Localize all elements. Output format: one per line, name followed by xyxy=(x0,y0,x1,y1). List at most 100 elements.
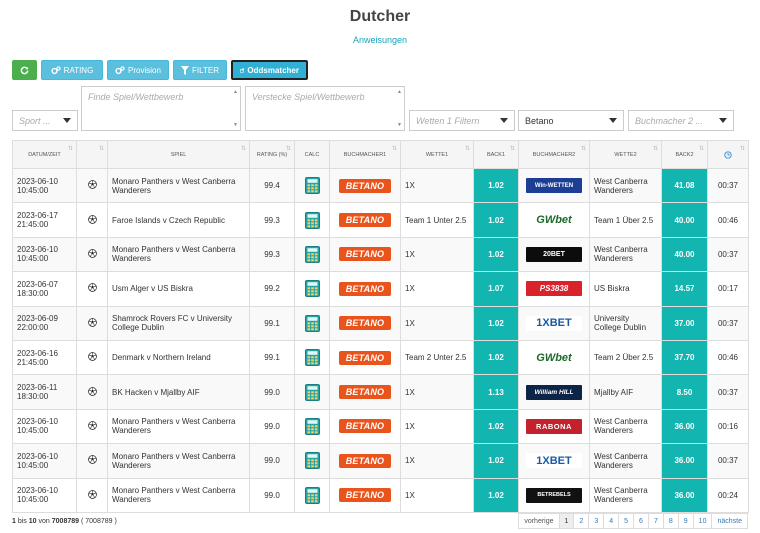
bookmaker1-cell[interactable]: BETANO xyxy=(329,236,401,273)
back1-cell[interactable]: 1.02 xyxy=(473,477,519,513)
bookmaker1-cell[interactable]: BETANO xyxy=(329,202,401,238)
game-cell[interactable]: Usm Alger v US Biskra xyxy=(107,271,250,307)
table-row[interactable]: 2023-06-10 10:45:00 Monaro Panthers v Wes… xyxy=(12,408,749,445)
bookmaker1-cell[interactable]: BETANO xyxy=(329,408,401,445)
bookmaker1-logo[interactable]: BETANO xyxy=(339,247,391,262)
back2-cell[interactable]: 40.00 xyxy=(661,236,708,273)
page-button-9[interactable]: 9 xyxy=(677,513,694,529)
back1-cell[interactable]: 1.07 xyxy=(473,271,519,307)
back2-cell[interactable]: 14.57 xyxy=(661,271,708,307)
page-button-2[interactable]: 2 xyxy=(573,513,590,529)
bookmaker2-cell[interactable]: William HILL xyxy=(518,374,590,410)
bookmaker1-cell[interactable]: BETANO xyxy=(329,167,401,204)
game-cell[interactable]: BK Hacken v Mjallby AIF xyxy=(107,374,250,410)
calculator-icon[interactable] xyxy=(304,349,320,367)
calculator-icon[interactable] xyxy=(304,211,320,229)
table-row[interactable]: 2023-06-10 10:45:00 Monaro Panthers v Wes… xyxy=(12,443,749,479)
back1-cell[interactable]: 1.02 xyxy=(473,408,519,445)
table-row[interactable]: 2023-06-10 10:45:00 Monaro Panthers v Wes… xyxy=(12,236,749,273)
back1-cell[interactable]: 1.02 xyxy=(473,167,519,204)
bookmaker2-logo[interactable]: RABONA xyxy=(526,418,582,434)
bookmaker1-logo[interactable]: BETANO xyxy=(339,281,391,296)
page-button-4[interactable]: 4 xyxy=(603,513,620,529)
bookmaker2-logo[interactable]: BETREBELS xyxy=(526,487,582,503)
game-cell[interactable]: Monaro Panthers v West Canberra Wanderer… xyxy=(107,443,250,479)
page-button-7[interactable]: 7 xyxy=(647,513,664,529)
table-row[interactable]: 2023-06-16 21:45:00 Denmark v Northern Ir… xyxy=(12,339,749,376)
back1-cell[interactable]: 1.02 xyxy=(473,305,519,341)
bookmaker1-cell[interactable]: BETANO xyxy=(329,443,401,479)
bookmaker1-logo[interactable]: BETANO xyxy=(339,350,391,365)
rating-button[interactable]: RATING xyxy=(41,60,103,80)
page-button-8[interactable]: 8 xyxy=(662,513,679,529)
bookmaker1-select[interactable]: Betano xyxy=(518,110,624,131)
bookmaker1-logo[interactable]: BETANO xyxy=(339,419,391,434)
scroll-up-icon[interactable]: ▲ xyxy=(233,89,238,95)
bookmaker1-logo[interactable]: BETANO xyxy=(339,453,391,468)
oddsmatcher-button[interactable]: Oddsmatcher xyxy=(231,60,308,80)
bookmaker2-cell[interactable]: PS3838 xyxy=(518,271,590,307)
back1-cell[interactable]: 1.02 xyxy=(473,339,519,376)
page-button-10[interactable]: 10 xyxy=(692,513,713,529)
col-bet2[interactable]: WETTE2 ⇅ xyxy=(589,140,662,169)
bookmaker1-logo[interactable]: BETANO xyxy=(339,316,391,331)
bookmaker2-logo[interactable]: PS3838 xyxy=(526,281,582,297)
game-cell[interactable]: Monaro Panthers v West Canberra Wanderer… xyxy=(107,167,250,204)
back2-cell[interactable]: 36.00 xyxy=(661,408,708,445)
calc-cell[interactable] xyxy=(294,374,330,410)
game-cell[interactable]: Monaro Panthers v West Canberra Wanderer… xyxy=(107,477,250,513)
col-back1[interactable]: BACK1 ⇅ xyxy=(473,140,519,169)
bookmaker2-logo[interactable]: Win-WETTEN xyxy=(526,178,582,194)
col-bet1[interactable]: WETTE1 ⇅ xyxy=(400,140,474,169)
calculator-icon[interactable] xyxy=(304,245,320,263)
back1-cell[interactable]: 1.02 xyxy=(473,202,519,238)
back2-cell[interactable]: 40.00 xyxy=(661,202,708,238)
game-cell[interactable]: Denmark v Northern Ireland xyxy=(107,339,250,376)
bookmaker2-logo[interactable]: GWbet xyxy=(526,350,582,366)
bookmaker2-logo[interactable]: 20BET xyxy=(526,246,582,262)
table-row[interactable]: 2023-06-07 18:30:00 Usm Alger v US Biskra… xyxy=(12,271,749,307)
table-row[interactable]: 2023-06-09 22:00:00 Shamrock Rovers FC v … xyxy=(12,305,749,341)
page-button-5[interactable]: 5 xyxy=(618,513,635,529)
bookmaker1-logo[interactable]: BETANO xyxy=(339,488,391,503)
bookmaker2-logo[interactable]: 1XBET xyxy=(526,453,582,469)
bookmaker2-logo[interactable]: William HILL xyxy=(526,384,582,400)
bookmaker2-logo[interactable]: 1XBET xyxy=(526,315,582,331)
calc-cell[interactable] xyxy=(294,271,330,307)
bookmaker2-logo[interactable]: GWbet xyxy=(526,212,582,228)
col-age[interactable]: ⇅ xyxy=(707,140,749,169)
calc-cell[interactable] xyxy=(294,167,330,204)
bookmaker1-cell[interactable]: BETANO xyxy=(329,305,401,341)
back1-cell[interactable]: 1.13 xyxy=(473,374,519,410)
bookmaker1-cell[interactable]: BETANO xyxy=(329,477,401,513)
filter-button[interactable]: FILTER xyxy=(173,60,227,80)
bookmaker1-cell[interactable]: BETANO xyxy=(329,271,401,307)
calc-cell[interactable] xyxy=(294,443,330,479)
calculator-icon[interactable] xyxy=(304,417,320,435)
calculator-icon[interactable] xyxy=(304,383,320,401)
calc-cell[interactable] xyxy=(294,202,330,238)
bookmaker2-cell[interactable]: 20BET xyxy=(518,236,590,273)
calculator-icon[interactable] xyxy=(304,177,320,195)
scroll-down-icon[interactable]: ▼ xyxy=(397,122,402,128)
calculator-icon[interactable] xyxy=(304,486,320,504)
calculator-icon[interactable] xyxy=(304,452,320,470)
bookmaker2-cell[interactable]: BETREBELS xyxy=(518,477,590,513)
table-row[interactable]: 2023-06-10 10:45:00 Monaro Panthers v Wes… xyxy=(12,477,749,513)
bet1-filter-select[interactable]: Wetten 1 Filtern xyxy=(409,110,515,131)
find-game-input[interactable]: Finde Spiel/Wettbewerb ▲ ▼ xyxy=(81,86,241,131)
col-datetime[interactable]: DATUM/ZEIT ⇅ xyxy=(12,140,77,169)
game-cell[interactable]: Faroe Islands v Czech Republic xyxy=(107,202,250,238)
refresh-button[interactable] xyxy=(12,60,37,80)
back1-cell[interactable]: 1.02 xyxy=(473,236,519,273)
bookmaker2-cell[interactable]: GWbet xyxy=(518,339,590,376)
back1-cell[interactable]: 1.02 xyxy=(473,443,519,479)
game-cell[interactable]: Shamrock Rovers FC v University College … xyxy=(107,305,250,341)
bookmaker2-select[interactable]: Buchmacher 2 ... xyxy=(628,110,734,131)
calc-cell[interactable] xyxy=(294,236,330,273)
calc-cell[interactable] xyxy=(294,477,330,513)
calculator-icon[interactable] xyxy=(304,314,320,332)
bookmaker2-cell[interactable]: 1XBET xyxy=(518,443,590,479)
provision-button[interactable]: Provision xyxy=(107,60,169,80)
col-rating[interactable]: RATING (%) ⇅ xyxy=(249,140,295,169)
